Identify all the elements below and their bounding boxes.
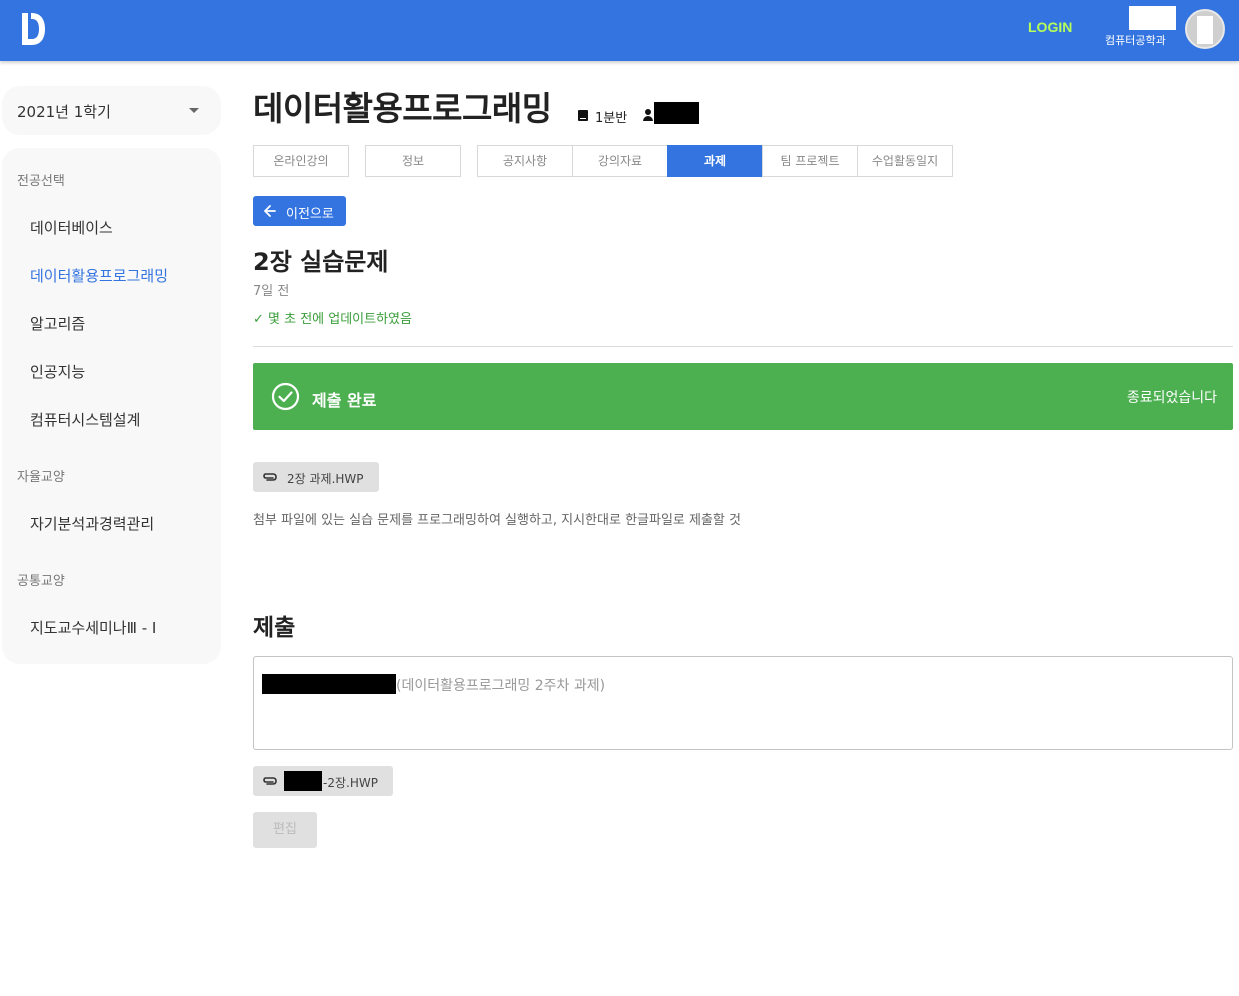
professor-name-redacted: [654, 102, 699, 124]
file-owner-redacted: [284, 771, 322, 791]
login-link[interactable]: LOGIN: [1028, 19, 1072, 35]
submission-status-banner: 제출 완료 종료되었습니다: [253, 363, 1233, 430]
tab-team-project[interactable]: 팀 프로젝트: [762, 145, 858, 177]
sidebar-item-algorithm[interactable]: 알고리즘: [30, 313, 85, 334]
course-title: 데이터활용프로그래밍: [253, 89, 552, 128]
submitted-file-chip[interactable]: -2장.HWP: [253, 766, 393, 796]
logo-icon[interactable]: [20, 12, 46, 46]
assignment-description: 첨부 파일에 있는 실습 문제를 프로그래밍하여 실행하고, 지시한대로 한글파…: [253, 513, 741, 528]
divider: [253, 346, 1233, 347]
submission-heading: 제출: [253, 615, 296, 641]
sidebar-item-career[interactable]: 자기분석과경력관리: [30, 513, 154, 534]
assignment-title: 2장 실습문제: [253, 248, 389, 276]
book-icon: [578, 110, 588, 121]
submission-status: 제출 완료: [312, 391, 377, 410]
tab-online-lecture[interactable]: 온라인강의: [253, 145, 349, 177]
tab-notice[interactable]: 공지사항: [477, 145, 573, 177]
sidebar-category-common: 공통교양: [17, 574, 65, 589]
sidebar-item-data-programming[interactable]: 데이터활용프로그래밍: [30, 265, 168, 286]
caret-down-icon: [189, 108, 199, 113]
tab-assignment[interactable]: 과제: [667, 145, 763, 177]
submission-content: (데이터활용프로그래밍 2주차 과제): [253, 656, 1233, 750]
tab-info[interactable]: 정보: [365, 145, 461, 177]
sidebar-item-computer-system-design[interactable]: 컴퓨터시스템설계: [30, 409, 140, 430]
avatar[interactable]: [1185, 9, 1225, 49]
user-department: 컴퓨터공학과: [1105, 34, 1166, 47]
course-class: 1분반: [595, 111, 628, 126]
sidebar-item-seminar[interactable]: 지도교수세미나Ⅲ - Ⅰ: [30, 617, 156, 638]
top-app-bar: LOGIN 컴퓨터공학과: [0, 0, 1239, 61]
back-button-label: 이전으로: [286, 207, 334, 222]
submitted-filename: -2장.HWP: [323, 776, 378, 790]
edit-button[interactable]: 편집: [253, 812, 317, 848]
check-circle-icon: [271, 382, 300, 411]
tab-materials[interactable]: 강의자료: [572, 145, 668, 177]
student-name-redacted: [262, 674, 396, 694]
course-sidebar: 전공선택 데이터베이스 데이터활용프로그래밍 알고리즘 인공지능 컴퓨터시스템설…: [2, 148, 221, 664]
deadline-status: 종료되었습니다: [1126, 390, 1217, 406]
arrow-left-icon: [264, 205, 276, 217]
semester-select-value: 2021년 1학기: [17, 103, 111, 121]
submission-text: (데이터활용프로그래밍 2주차 과제): [396, 678, 606, 694]
back-button[interactable]: 이전으로: [253, 196, 346, 226]
sidebar-category-elective: 자율교양: [17, 470, 65, 485]
attachment-filename: 2장 과제.HWP: [287, 472, 364, 486]
posted-time: 7일 전: [253, 284, 290, 299]
paperclip-icon: [263, 777, 277, 785]
user-name-redacted: [1129, 6, 1176, 30]
sidebar-item-ai[interactable]: 인공지능: [30, 361, 85, 382]
person-icon: [643, 109, 653, 121]
semester-select[interactable]: 2021년 1학기: [2, 86, 221, 135]
sidebar-category-major: 전공선택: [17, 174, 65, 189]
sidebar-item-database[interactable]: 데이터베이스: [30, 217, 113, 238]
tab-activity-log[interactable]: 수업활동일지: [857, 145, 953, 177]
attachment-chip[interactable]: 2장 과제.HWP: [253, 462, 379, 492]
update-status: ✓ 몇 초 전에 업데이트하였음: [253, 312, 412, 327]
paperclip-icon: [263, 473, 277, 481]
